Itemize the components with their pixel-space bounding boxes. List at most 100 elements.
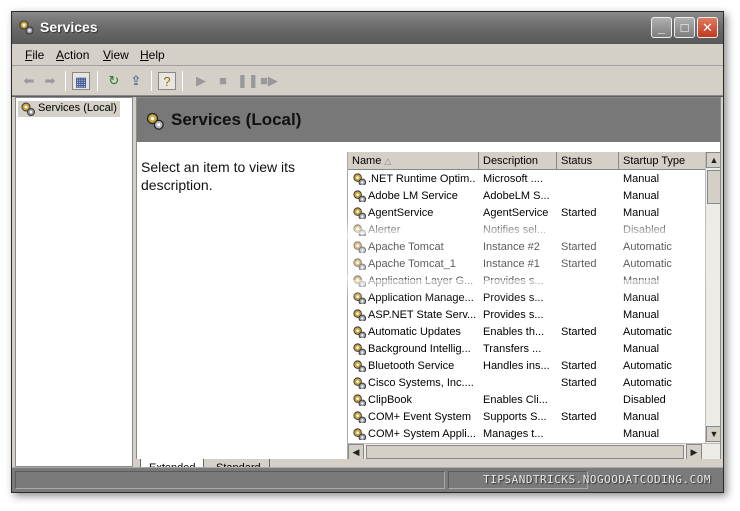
scroll-thumb[interactable] (707, 170, 720, 204)
start-service-icon[interactable]: ▶ (192, 72, 210, 90)
toolbar-separator (97, 71, 98, 91)
cell-name: Adobe LM Service (350, 190, 476, 202)
cell-description: Provides s... (483, 309, 544, 321)
toolbar-separator (151, 71, 152, 91)
cell-startup-type: Disabled (623, 394, 666, 406)
services-gear-icon (19, 20, 34, 35)
scroll-right-icon[interactable]: ▶ (686, 444, 702, 460)
console-tree: Services (Local) (15, 97, 133, 467)
service-gear-icon (353, 428, 367, 440)
scroll-up-icon[interactable]: ▲ (706, 152, 720, 168)
cell-name: Bluetooth Service (350, 360, 476, 372)
tree-item-label: Services (Local) (38, 102, 117, 114)
toolbar-separator (65, 71, 66, 91)
services-list: Name △ Description Status Startup Type .… (347, 152, 720, 460)
cell-name: Application Manage... (350, 292, 476, 304)
status-segment (15, 471, 445, 489)
cell-startup-type: Manual (623, 292, 660, 304)
scroll-left-icon[interactable]: ◀ (348, 444, 364, 460)
menu-file[interactable]: File (25, 48, 44, 62)
toolbar: ⬅ ➡ ▦ ↻ ⇪ ? ▶ ■ ❚❚ ■▶ (12, 66, 723, 96)
window-title: Services (40, 19, 98, 35)
cell-startup-type: Automatic (623, 360, 672, 372)
refresh-icon[interactable]: ↻ (105, 72, 123, 90)
service-gear-icon (353, 292, 367, 304)
stop-service-icon[interactable]: ■ (214, 72, 232, 90)
service-gear-icon (353, 326, 367, 338)
cell-description: Manages t... (483, 428, 544, 440)
sort-arrow-icon: △ (384, 156, 392, 166)
cell-description: Microsoft .... (483, 173, 543, 185)
menu-action[interactable]: Action (56, 48, 89, 62)
table-row[interactable]: COM+ Event System Supports S... Started Man… (348, 409, 705, 426)
maximize-button[interactable]: □ (674, 17, 695, 38)
service-gear-icon (353, 309, 367, 321)
pane-title: Services (Local) (171, 110, 302, 129)
services-gear-icon (146, 112, 164, 130)
horizontal-scrollbar[interactable]: ◀ ▶ (348, 443, 720, 460)
column-header-description[interactable]: Description (479, 152, 557, 170)
table-row[interactable]: Cisco Systems, Inc.... Started Automatic (348, 375, 705, 392)
help-icon[interactable]: ? (158, 72, 176, 90)
status-bar: TIPSANDTRICKS.NOGOODATCODING.COM (12, 467, 723, 492)
show-hide-tree-icon[interactable]: ▦ (72, 72, 90, 90)
cell-name: ASP.NET State Serv... (350, 309, 476, 321)
cell-name: Cisco Systems, Inc.... (350, 377, 476, 389)
cell-description: Supports S... (483, 411, 547, 423)
cell-name: COM+ System Appli... (350, 428, 476, 440)
menu-bar: File Action View Help (12, 44, 723, 66)
service-gear-icon (353, 343, 367, 355)
tree-item-services-local[interactable]: Services (Local) (18, 101, 120, 117)
service-gear-icon (353, 360, 367, 372)
service-gear-icon (353, 190, 367, 202)
table-row[interactable]: Adobe LM Service AdobeLM S... Manual (348, 188, 705, 205)
table-row[interactable]: COM+ System Appli... Manages t... Manual (348, 426, 705, 443)
menu-view[interactable]: View (103, 48, 129, 62)
forward-arrow-icon[interactable]: ➡ (41, 72, 59, 90)
service-gear-icon (353, 173, 367, 185)
minimize-button[interactable]: _ (651, 17, 672, 38)
cell-description: AgentService (483, 207, 549, 219)
service-gear-icon (353, 207, 367, 219)
column-header-status[interactable]: Status (557, 152, 619, 170)
table-row[interactable]: Background Intellig... Transfers ... Manua… (348, 341, 705, 358)
cell-startup-type: Automatic (623, 377, 672, 389)
table-row[interactable]: ASP.NET State Serv... Provides s... Manual (348, 307, 705, 324)
table-row[interactable]: Application Manage... Provides s... Manual (348, 290, 705, 307)
menu-help[interactable]: Help (140, 48, 165, 62)
cell-status: Started (561, 207, 597, 219)
cell-startup-type: Manual (623, 428, 660, 440)
cell-startup-type: Manual (623, 343, 660, 355)
column-header-name[interactable]: Name △ (348, 152, 479, 170)
service-gear-icon (353, 394, 367, 406)
list-rows: .NET Runtime Optim... Microsoft .... Manua… (348, 171, 705, 443)
back-arrow-icon[interactable]: ⬅ (20, 72, 38, 90)
column-header-startup-type[interactable]: Startup Type (619, 152, 705, 170)
scroll-thumb-horizontal[interactable] (366, 445, 684, 459)
cell-name: Automatic Updates (350, 326, 476, 338)
vertical-scrollbar[interactable]: ▲ ▼ (705, 152, 720, 443)
table-row[interactable]: Bluetooth Service Handles ins... Started Au… (348, 358, 705, 375)
pause-service-icon[interactable]: ❚❚ (237, 72, 259, 90)
service-gear-icon (353, 377, 367, 389)
cell-status: Started (561, 411, 597, 423)
services-window: Services _ □ ✕ File Action View Help ⬅ ➡… (11, 11, 724, 493)
restart-service-icon[interactable]: ■▶ (260, 72, 278, 90)
table-row[interactable]: ClipBook Enables Cli... Disabled (348, 392, 705, 409)
tomcat-highlight (346, 234, 690, 280)
close-button[interactable]: ✕ (697, 17, 718, 38)
cell-description: Transfers ... (483, 343, 542, 355)
table-row[interactable]: .NET Runtime Optim... Microsoft .... Manua… (348, 171, 705, 188)
scroll-down-icon[interactable]: ▼ (706, 426, 720, 442)
table-row[interactable]: Automatic Updates Enables th... Started Aut… (348, 324, 705, 341)
cell-description: Enables th... (483, 326, 545, 338)
cell-name: .NET Runtime Optim... (350, 173, 476, 185)
cell-name: Background Intellig... (350, 343, 476, 355)
cell-startup-type: Automatic (623, 326, 672, 338)
pane-header: Services (Local) (137, 98, 720, 142)
title-bar[interactable]: Services _ □ ✕ (12, 12, 723, 44)
export-list-icon[interactable]: ⇪ (127, 72, 145, 90)
table-row[interactable]: AgentService AgentService Started Manual (348, 205, 705, 222)
service-gear-icon (353, 411, 367, 423)
cell-description: AdobeLM S... (483, 190, 550, 202)
